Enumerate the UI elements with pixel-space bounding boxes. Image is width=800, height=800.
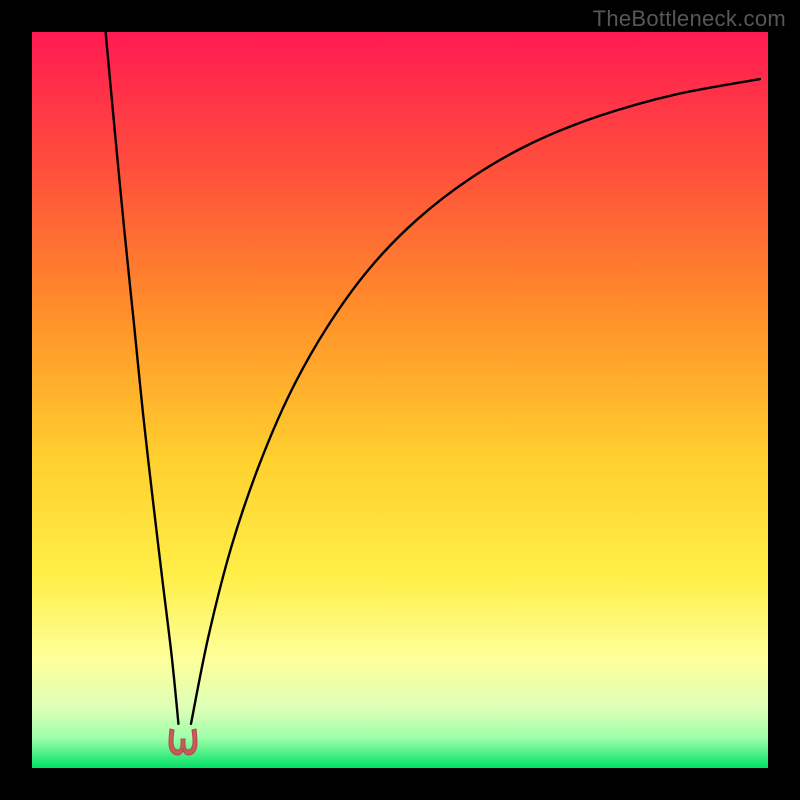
watermark-label: TheBottleneck.com [593, 6, 786, 32]
curve-layer [32, 32, 768, 768]
curve-right-branch [191, 79, 760, 724]
frame: TheBottleneck.com [0, 0, 800, 800]
plot-area [32, 32, 768, 768]
optimum-marker-icon [164, 727, 202, 757]
curve-left-branch [106, 32, 179, 724]
